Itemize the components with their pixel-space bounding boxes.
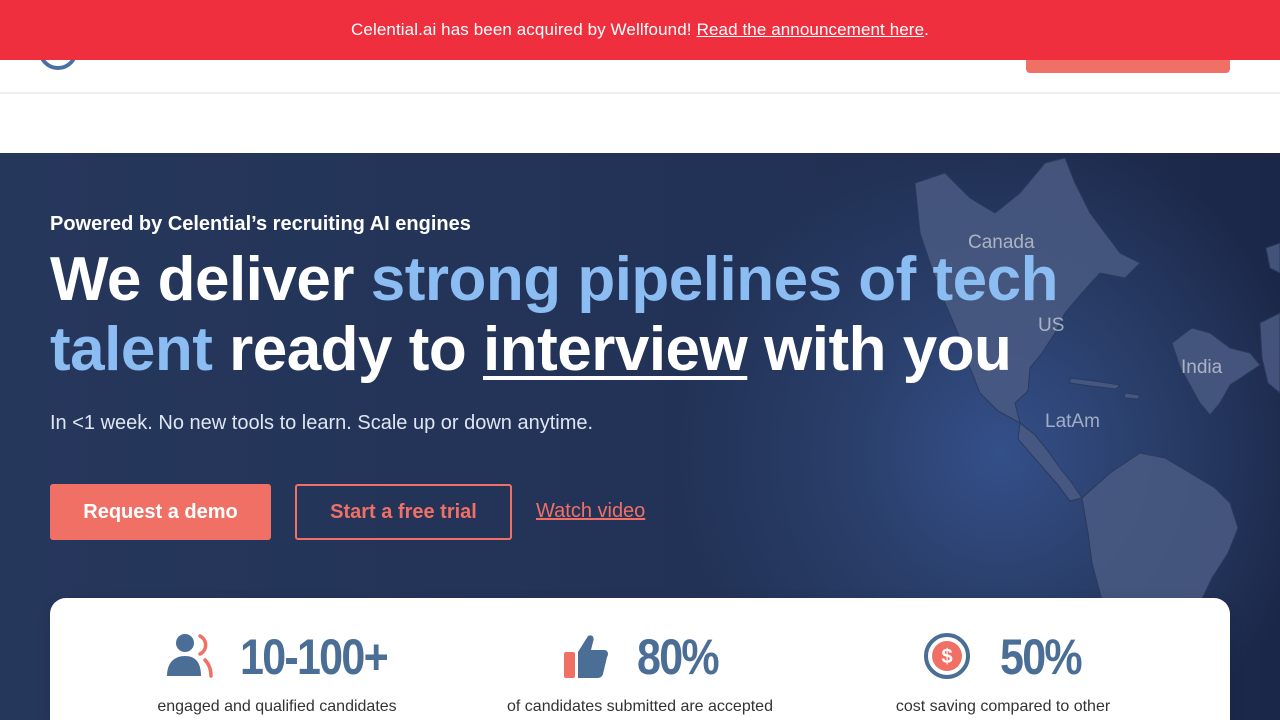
stat-value: 80%: [637, 629, 720, 685]
watch-video-link[interactable]: Watch video: [536, 500, 645, 523]
request-demo-button[interactable]: Request a demo: [50, 484, 271, 540]
stat-description: engaged and qualified candidates: [157, 698, 397, 715]
headline-part2: ready to: [212, 315, 483, 384]
map-label-india: India: [1181, 357, 1223, 378]
stat-value: 50%: [1000, 629, 1083, 685]
headline-underlined: interview: [483, 315, 748, 384]
stat-candidates: 10-100+ engaged and qualified candidates: [87, 598, 467, 720]
stat-description: of candidates submitted are accepted: [507, 698, 773, 715]
announcement-link[interactable]: Read the announcement here: [697, 20, 925, 40]
stats-card: 10-100+ engaged and qualified candidates…: [50, 598, 1230, 720]
stat-acceptance: 80% of candidates submitted are accepted: [450, 598, 830, 720]
announcement-banner: Celential.ai has been acquired by Wellfo…: [0, 0, 1280, 60]
headline-part3: with you: [747, 315, 1012, 384]
stat-value: 10-100+: [240, 629, 389, 685]
svg-text:$: $: [941, 646, 952, 668]
start-trial-button[interactable]: Start a free trial: [295, 484, 512, 540]
hero-subline: In <1 week. No new tools to learn. Scale…: [50, 412, 594, 434]
hero-headline: We deliver strong pipelines of tech tale…: [50, 245, 1150, 385]
thumbs-up-icon: [564, 635, 608, 678]
dollar-icon: $: [924, 633, 970, 679]
stat-savings: $ 50% cost saving compared to other: [813, 598, 1193, 720]
users-icon: [167, 634, 213, 678]
banner-suffix: .: [924, 20, 929, 39]
map-label-latam: LatAm: [1045, 411, 1100, 432]
stat-description: cost saving compared to other: [895, 698, 1111, 715]
headline-part1: We deliver: [50, 245, 371, 314]
hero-eyebrow: Powered by Celential’s recruiting AI eng…: [50, 213, 471, 235]
banner-text: Celential.ai has been acquired by Wellfo…: [351, 20, 692, 39]
